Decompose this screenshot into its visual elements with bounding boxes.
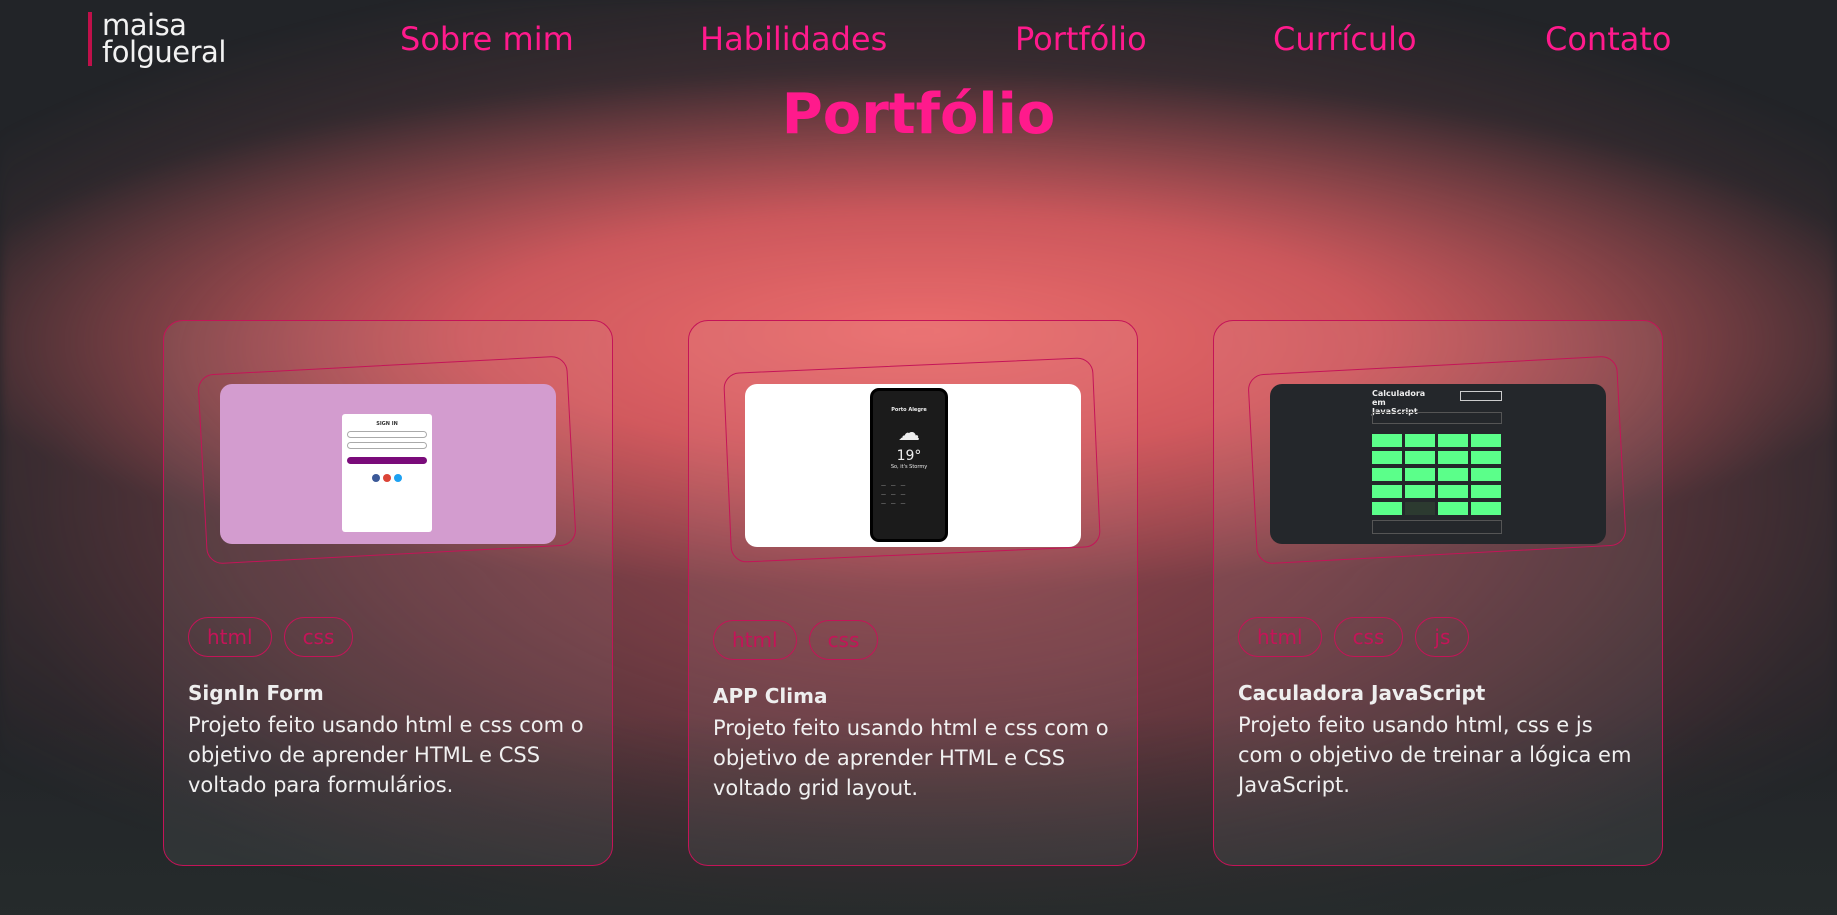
- nav-link-contato[interactable]: Contato: [1545, 20, 1671, 58]
- preview-status: So, it's Stormy: [890, 464, 928, 470]
- nav-link-habilidades[interactable]: Habilidades: [700, 20, 887, 58]
- nav-link-portfolio[interactable]: Portfólio: [1015, 20, 1147, 58]
- storm-icon: ☁: [898, 421, 920, 446]
- tag: css: [808, 620, 879, 660]
- tag: css: [283, 617, 354, 657]
- project-description: Projeto feito usando html e css com o ob…: [713, 716, 1109, 800]
- project-card-signin[interactable]: SIGN IN html css SignIn Form Projeto fei…: [163, 320, 613, 866]
- project-description: Projeto feito usando html, css e js com …: [1238, 713, 1632, 797]
- tag: html: [188, 617, 272, 657]
- project-preview-image[interactable]: SIGN IN: [220, 384, 556, 544]
- project-preview-image[interactable]: Porto Alegre ☁ 19° So, it's Stormy — — —…: [745, 384, 1081, 547]
- project-title: SignIn Form: [188, 681, 324, 705]
- tag-list: html css: [188, 617, 354, 657]
- project-preview-image[interactable]: Calculadora em JavaScript: [1270, 384, 1606, 544]
- logo-line2: folgueral: [102, 35, 226, 69]
- preview-city: Porto Alegre: [891, 407, 927, 413]
- tag-list: html css js: [1238, 617, 1470, 657]
- page-title: Portfólio: [781, 82, 1056, 147]
- nav-link-sobre-mim[interactable]: Sobre mim: [400, 20, 574, 58]
- tag: html: [1238, 617, 1322, 657]
- tag: js: [1415, 617, 1470, 657]
- preview-heading: SIGN IN: [376, 421, 398, 427]
- tag: css: [1333, 617, 1404, 657]
- preview-temp: 19°: [896, 448, 922, 464]
- project-title: Caculadora JavaScript: [1238, 681, 1486, 705]
- project-card-clima[interactable]: Porto Alegre ☁ 19° So, it's Stormy — — —…: [688, 320, 1138, 866]
- tag-list: html css: [713, 620, 879, 660]
- tag: html: [713, 620, 797, 660]
- nav-link-curriculo[interactable]: Currículo: [1273, 20, 1417, 58]
- project-title: APP Clima: [713, 684, 828, 708]
- logo[interactable]: maisa folgueral: [88, 11, 226, 69]
- project-description: Projeto feito usando html e css com o ob…: [188, 713, 584, 797]
- project-card-calculadora[interactable]: Calculadora em JavaScript html css js Ca…: [1213, 320, 1663, 866]
- site-header: maisa folgueral Sobre mim Habilidades Po…: [0, 0, 1837, 84]
